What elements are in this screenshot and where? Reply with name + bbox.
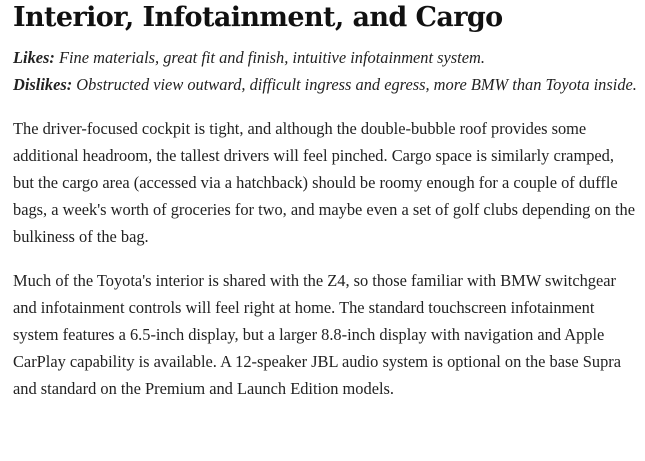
body-paragraph-cockpit: The driver-focused cockpit is tight, and…	[13, 119, 635, 246]
dislikes-label: Dislikes:	[13, 75, 73, 94]
dislikes-line: Dislikes: Obstructed view outward, diffi…	[13, 71, 638, 98]
section-heading: Interior, Infotainment, and Cargo	[13, 2, 503, 33]
article-section: Interior, Infotainment, and Cargo Likes:…	[13, 0, 638, 402]
likes-line: Likes: Fine materials, great fit and fin…	[13, 44, 638, 71]
likes-label: Likes:	[13, 48, 55, 67]
likes-text: Fine materials, great fit and finish, in…	[58, 48, 485, 67]
dislikes-text: Obstructed view outward, difficult ingre…	[76, 75, 637, 94]
body-paragraph-infotainment: Much of the Toyota's interior is shared …	[13, 271, 621, 398]
likes-dislikes: Likes: Fine materials, great fit and fin…	[13, 44, 638, 98]
